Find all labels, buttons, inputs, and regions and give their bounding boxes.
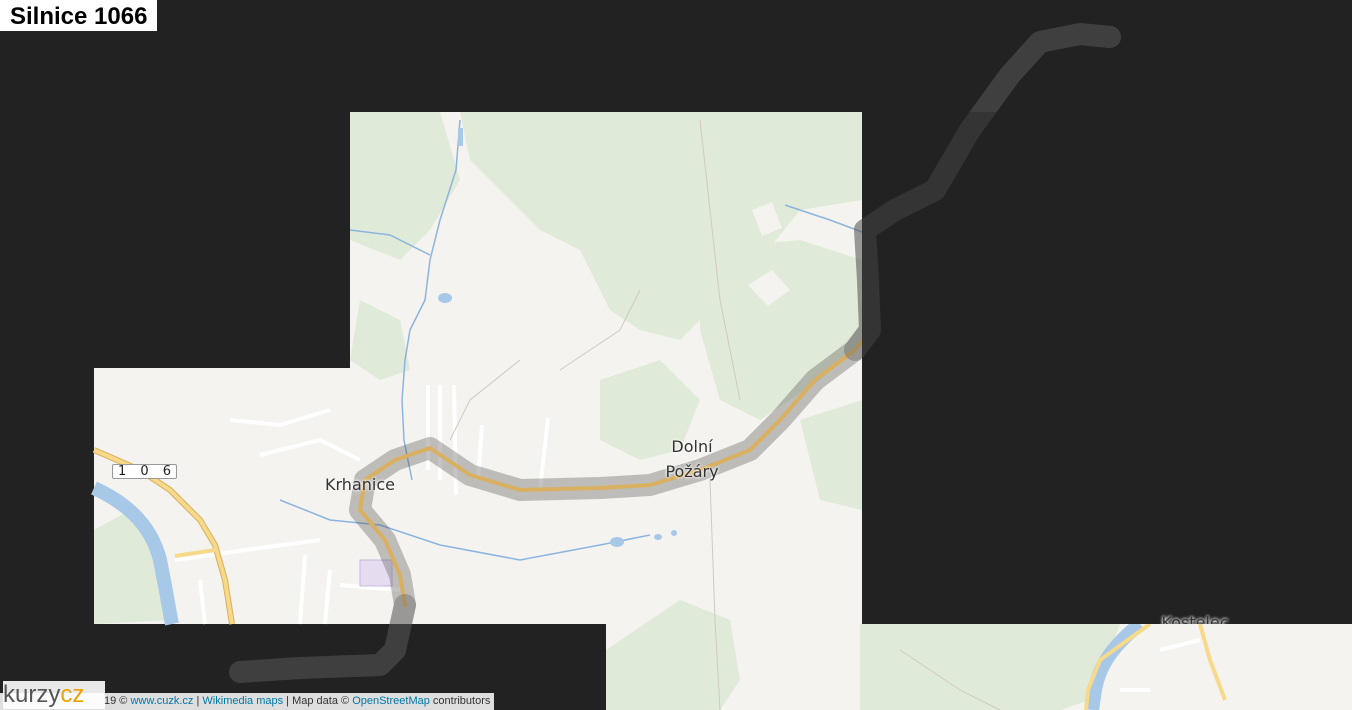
kurzy-logo[interactable]: kurzycz xyxy=(3,681,105,709)
openstreetmap-link[interactable]: OpenStreetMap xyxy=(352,695,430,707)
attribution-separator: | xyxy=(196,695,200,707)
place-label-line2: Požáry xyxy=(665,462,719,481)
wikimedia-maps-link[interactable]: Wikimedia maps xyxy=(202,695,283,707)
logo-part1: kurzy xyxy=(3,681,61,708)
road-shield: 1 0 6 xyxy=(112,464,178,479)
place-label-kostelec: Kostelec xyxy=(1161,613,1229,624)
page-title: Silnice 1066 xyxy=(0,0,158,31)
attribution-middle: | Map data © xyxy=(286,695,350,707)
cuzk-link[interactable]: www.cuzk.cz xyxy=(130,695,193,707)
attribution-prefix: 19 © xyxy=(104,695,128,707)
map-canvas[interactable] xyxy=(0,0,1352,710)
place-label-line1: Dolní xyxy=(671,437,713,456)
place-label-dolni-pozary: Dolní Požáry xyxy=(642,434,742,484)
place-label-krhanice: Krhanice xyxy=(325,475,395,494)
logo-part2: cz xyxy=(60,681,85,708)
attribution-suffix: contributors xyxy=(432,695,491,707)
